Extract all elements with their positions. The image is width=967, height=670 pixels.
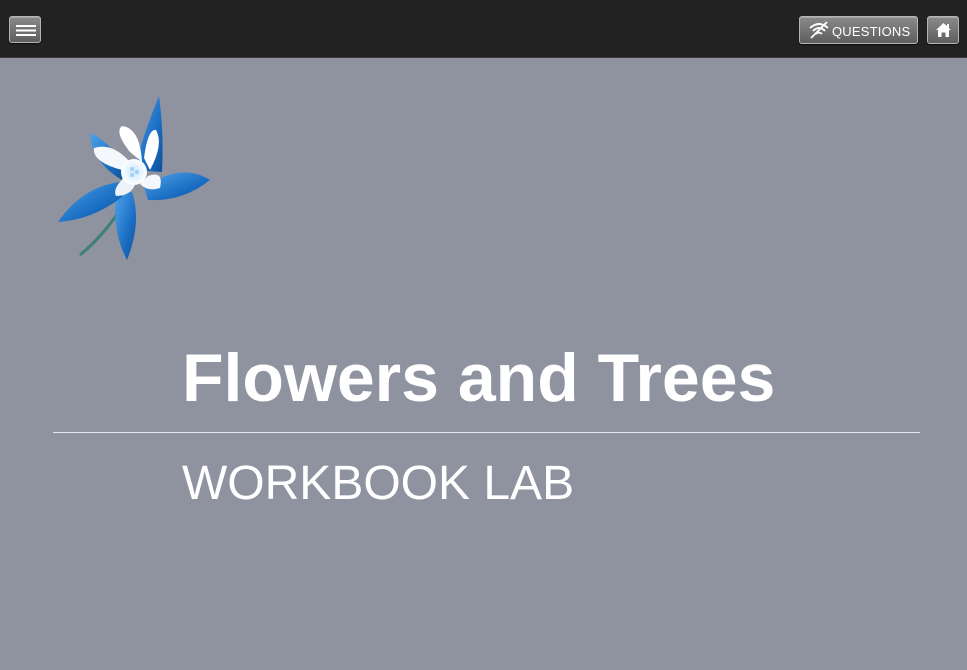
columbine-flower-logo: [58, 96, 210, 260]
wifi-off-icon: [809, 21, 829, 39]
top-bar: QUESTIONS: [0, 0, 967, 58]
menu-button[interactable]: [9, 16, 41, 43]
home-icon: [936, 23, 951, 37]
home-button[interactable]: [927, 16, 959, 44]
hamburger-menu-icon: [16, 25, 36, 36]
questions-label: QUESTIONS: [832, 24, 911, 39]
questions-button[interactable]: QUESTIONS: [799, 16, 918, 44]
title-divider: [53, 432, 920, 433]
page-subtitle: WORKBOOK LAB: [182, 457, 575, 510]
page-title: Flowers and Trees: [182, 340, 776, 416]
